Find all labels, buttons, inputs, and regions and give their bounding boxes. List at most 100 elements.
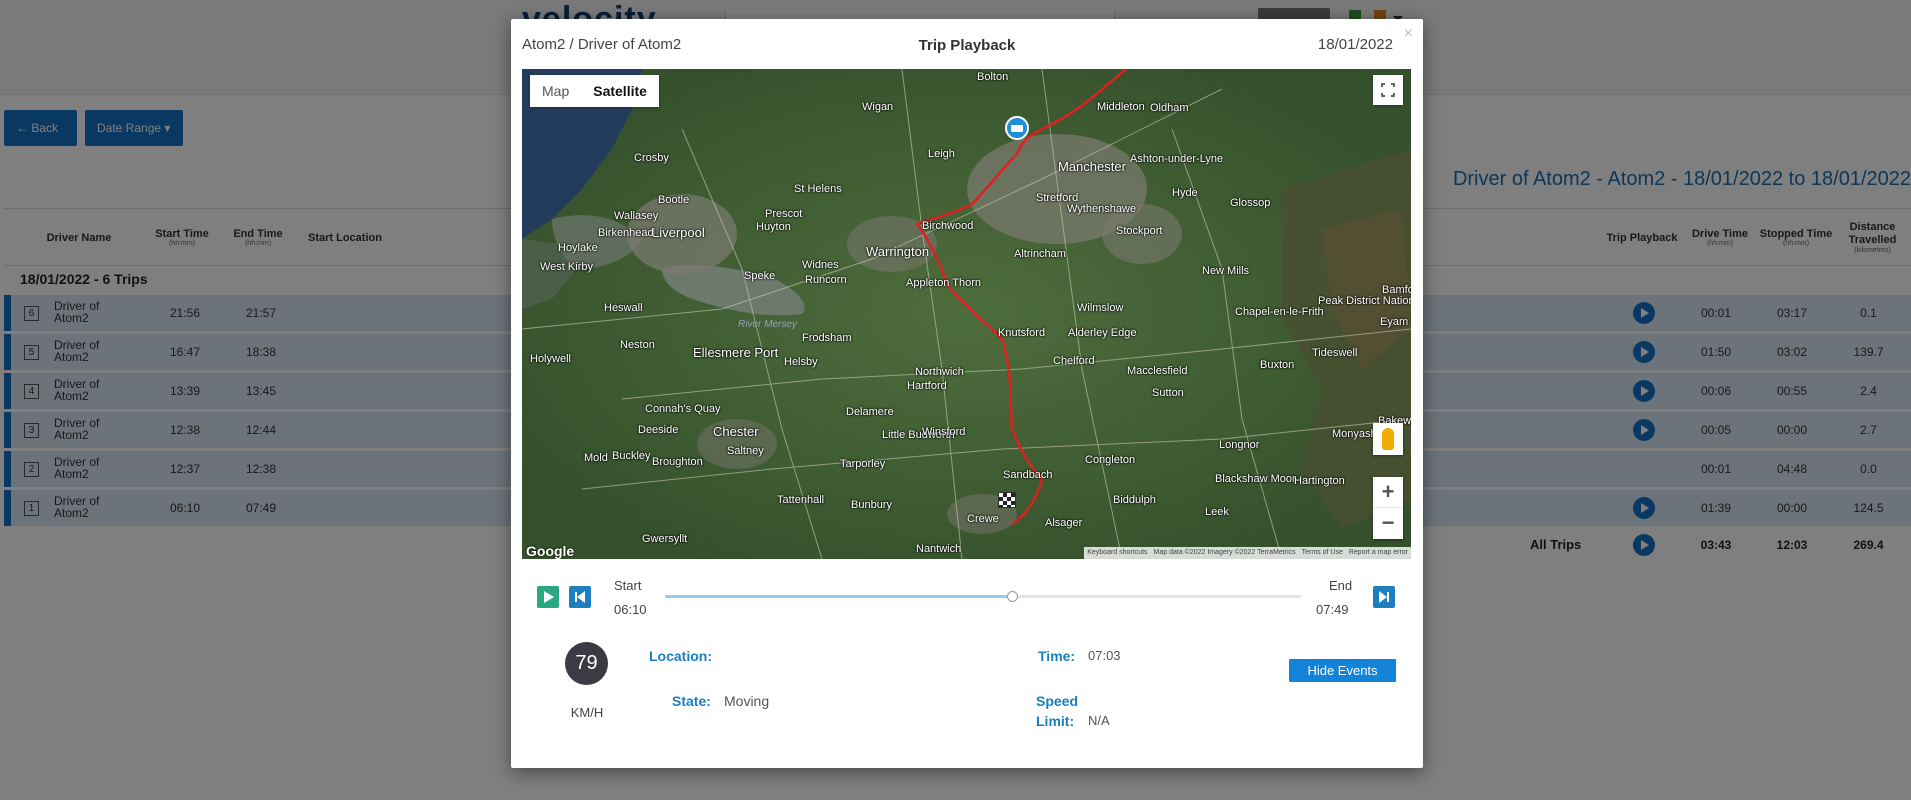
speed-unit: KM/H	[570, 705, 604, 720]
modal-date: 18/01/2022	[1317, 36, 1393, 53]
place-label: Hoylake	[558, 242, 598, 254]
place-label: Wigan	[862, 101, 894, 113]
map-attribution: Keyboard shortcuts Map data ©2022 Imager…	[1084, 547, 1411, 559]
place-label: Longnor	[1219, 439, 1260, 451]
hide-events-button[interactable]: Hide Events	[1289, 659, 1396, 682]
place-label: Peak District National Park	[1318, 295, 1411, 307]
playback-slider[interactable]	[665, 591, 1301, 602]
map-type-toggle: Map Satellite	[530, 75, 659, 107]
place-label: Knutsford	[998, 327, 1046, 339]
place-label: Biddulph	[1113, 494, 1156, 506]
place-label: Deeside	[638, 424, 679, 436]
place-label: Eyam	[1380, 316, 1409, 328]
place-label: Glossop	[1230, 197, 1271, 209]
place-label: Chelford	[1053, 355, 1095, 367]
zoom-out-button[interactable]: −	[1373, 508, 1403, 539]
google-logo: Google	[526, 543, 575, 559]
state-label: State:	[672, 693, 711, 709]
place-label: Macclesfield	[1127, 365, 1188, 377]
place-label: Liverpool	[652, 225, 705, 240]
place-label: Alsager	[1045, 517, 1083, 529]
map-view-button[interactable]: Map	[530, 75, 581, 107]
place-label: West Kirby	[540, 261, 593, 273]
place-label: Frodsham	[802, 332, 852, 344]
place-label: Hartford	[907, 380, 947, 392]
place-label: Blackshaw Moor	[1215, 473, 1296, 485]
place-label: Birkenhead	[598, 227, 654, 239]
close-icon[interactable]: ×	[1404, 25, 1413, 43]
zoom-in-button[interactable]: +	[1373, 477, 1403, 508]
place-label: Neston	[620, 339, 655, 351]
end-label: End	[1329, 578, 1353, 593]
skip-to-start-icon[interactable]	[569, 586, 591, 608]
speed-limit-label-line2: Limit:	[1036, 713, 1075, 729]
place-label: Huyton	[756, 221, 791, 233]
play-icon[interactable]	[537, 586, 559, 608]
time-label: Time:	[1038, 648, 1076, 664]
zoom-control: + −	[1373, 477, 1403, 539]
place-label: Delamere	[846, 406, 894, 418]
vehicle-marker-icon[interactable]	[1005, 116, 1029, 140]
terms-of-use-link[interactable]: Terms of Use	[1302, 547, 1343, 559]
place-label: Heswall	[604, 302, 643, 314]
place-label: Prescot	[765, 208, 803, 220]
place-label: Stockport	[1116, 225, 1163, 237]
place-label: Connah's Quay	[645, 403, 721, 415]
place-label: Hyde	[1172, 187, 1198, 199]
place-label: Mold	[584, 452, 608, 464]
place-label: Ellesmere Port	[693, 345, 779, 360]
place-label: Tarporley	[840, 458, 886, 470]
speed-indicator: 79	[565, 642, 608, 685]
place-label: Congleton	[1085, 454, 1136, 466]
place-label: Bolton	[977, 71, 1009, 83]
skip-to-end-icon[interactable]	[1373, 586, 1395, 608]
place-label: Wallasey	[614, 210, 659, 222]
satellite-view-button[interactable]: Satellite	[581, 75, 659, 107]
street-view-pegman-icon[interactable]	[1373, 423, 1403, 455]
place-label: Altrincham	[1014, 248, 1066, 260]
place-label: Sutton	[1152, 387, 1184, 399]
end-time: 07:49	[1316, 602, 1349, 617]
place-label: Leigh	[928, 148, 955, 160]
keyboard-shortcuts-link[interactable]: Keyboard shortcuts	[1087, 547, 1147, 559]
state-value: Moving	[724, 693, 770, 709]
place-label: Tattenhall	[777, 494, 825, 506]
modal-title: Trip Playback	[918, 37, 1016, 54]
place-label: Bunbury	[851, 499, 892, 511]
place-label: St Helens	[794, 183, 842, 195]
place-label: Wythenshawe	[1067, 203, 1136, 215]
speed-limit-value: N/A	[1088, 713, 1110, 728]
start-time: 06:10	[614, 602, 647, 617]
place-label: Crewe	[967, 513, 999, 525]
playback-slider-handle[interactable]	[1006, 591, 1018, 602]
location-label: Location:	[649, 648, 712, 664]
place-label: Speke	[744, 270, 776, 282]
time-value: 07:03	[1088, 648, 1121, 663]
place-label: Crosby	[634, 152, 669, 164]
place-label: Holywell	[530, 353, 571, 365]
place-label: Hartington	[1294, 475, 1345, 487]
place-label: Buckley	[612, 450, 651, 462]
checkered-flag-icon[interactable]	[998, 492, 1016, 508]
place-label: Saltney	[727, 445, 764, 457]
report-map-error-link[interactable]: Report a map error	[1349, 547, 1408, 559]
place-label: River Mersey	[738, 319, 797, 330]
place-label: Manchester	[1058, 159, 1126, 174]
fullscreen-icon[interactable]	[1373, 75, 1403, 105]
place-label: Buxton	[1260, 359, 1295, 371]
place-label: Nantwich	[916, 543, 962, 555]
place-label: Birchwood	[922, 220, 974, 232]
place-label: Oldham	[1150, 102, 1189, 114]
place-label: Warrington	[866, 244, 930, 259]
place-label: Gwersyllt	[642, 533, 688, 545]
place-label: Alderley Edge	[1068, 327, 1137, 339]
satellite-map[interactable]: Bolton Middleton Oldham Wigan Manchester…	[522, 69, 1411, 559]
place-label: Wilmslow	[1077, 302, 1124, 314]
place-label: Ashton-under-Lyne	[1130, 153, 1224, 165]
place-label: Northwich	[915, 366, 964, 378]
place-label: Broughton	[652, 456, 703, 468]
map-data-credit: Map data ©2022 Imagery ©2022 TerraMetric…	[1153, 549, 1296, 556]
place-label: Widnes	[802, 259, 839, 271]
speed-limit-label-line1: Speed	[1036, 693, 1079, 709]
place-label: Tideswell	[1312, 347, 1358, 359]
